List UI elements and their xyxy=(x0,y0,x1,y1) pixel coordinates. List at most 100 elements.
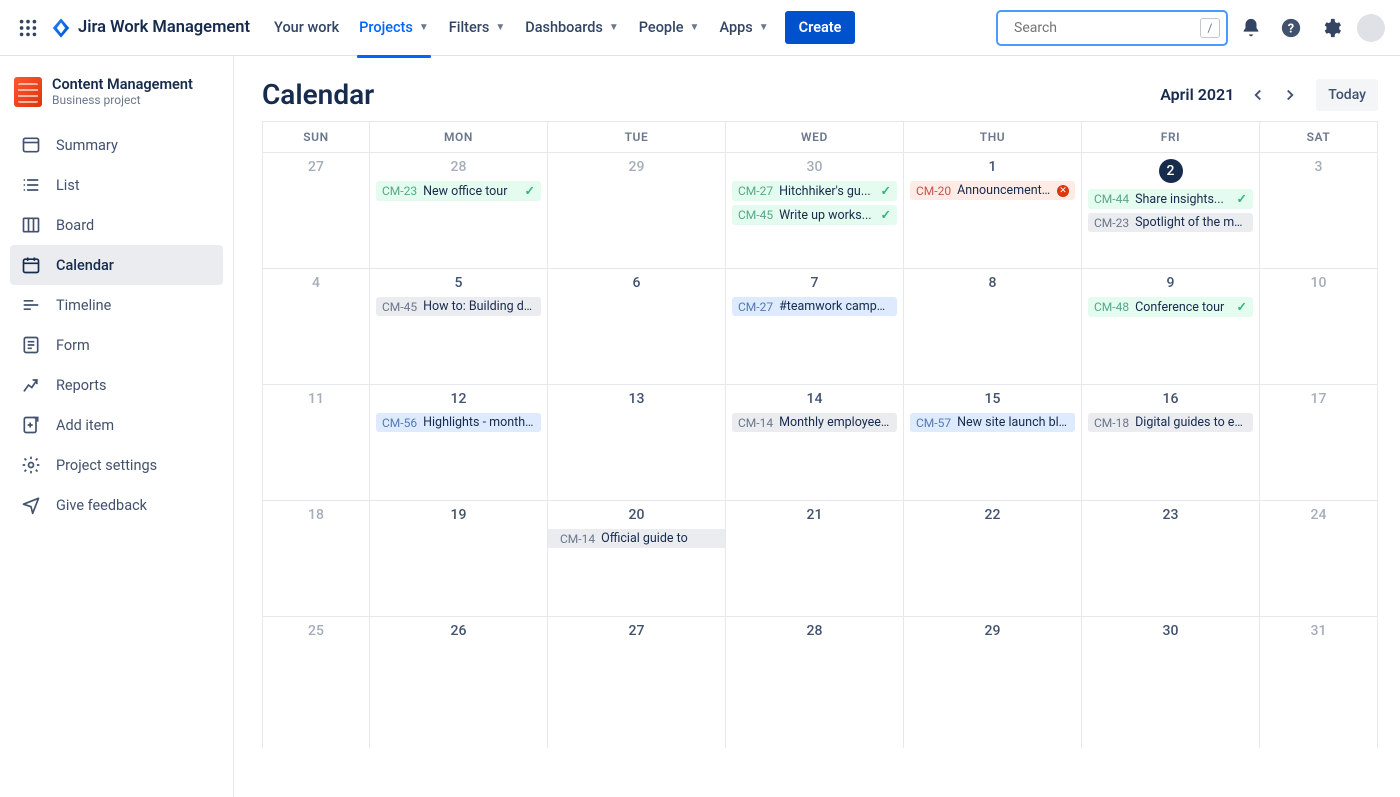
event-label: Hitchhiker's gu... xyxy=(779,184,874,199)
notifications-icon[interactable] xyxy=(1234,11,1268,45)
calendar-event[interactable]: CM-20Announcement b..✕ xyxy=(910,181,1075,200)
calendar-event[interactable]: CM-23New office tour✓ xyxy=(376,181,541,201)
calendar-cell[interactable]: 3 xyxy=(1260,152,1378,268)
event-label: Write up works... xyxy=(779,208,874,223)
calendar-cell[interactable]: 9CM-48Conference tour✓ xyxy=(1082,268,1260,384)
calendar-event[interactable]: CM-23Spotlight of the mo... xyxy=(1088,213,1253,232)
nav-your-work[interactable]: Your work xyxy=(266,11,347,44)
calendar-cell[interactable]: 24 xyxy=(1260,500,1378,616)
calendar-cell[interactable]: 27 xyxy=(548,616,726,748)
create-button[interactable]: Create xyxy=(785,11,856,44)
next-month-button[interactable] xyxy=(1274,79,1306,111)
project-header[interactable]: Content Management Business project xyxy=(0,76,233,121)
calendar-cell[interactable]: 31 xyxy=(1260,616,1378,748)
calendar-event[interactable]: CM-18Digital guides to ex... xyxy=(1088,413,1253,432)
calendar-cell[interactable]: 30CM-27Hitchhiker's gu...✓CM-45Write up … xyxy=(726,152,904,268)
calendar-cell[interactable]: 5CM-45How to: Building des xyxy=(370,268,548,384)
event-key: CM-56 xyxy=(382,416,417,430)
calendar-event[interactable]: CM-48Conference tour✓ xyxy=(1088,297,1253,317)
calendar-cell[interactable]: 30 xyxy=(1082,616,1260,748)
sidebar-item-label: Board xyxy=(56,217,94,234)
brand[interactable]: Jira Work Management xyxy=(50,17,250,39)
sidebar-item-summary[interactable]: Summary xyxy=(10,125,223,165)
calendar-cell[interactable]: 27 xyxy=(262,152,370,268)
calendar-cell[interactable]: 4 xyxy=(262,268,370,384)
calendar-cell[interactable]: 11 xyxy=(262,384,370,500)
calendar-cell[interactable]: 17 xyxy=(1260,384,1378,500)
sidebar-item-form[interactable]: Form xyxy=(10,325,223,365)
calendar-cell[interactable]: 25 xyxy=(262,616,370,748)
check-icon: ✓ xyxy=(525,183,535,199)
sidebar-item-reports[interactable]: Reports xyxy=(10,365,223,405)
calendar-cell[interactable]: 28CM-23New office tour✓ xyxy=(370,152,548,268)
calendar-cell[interactable]: 18 xyxy=(262,500,370,616)
calendar-cell[interactable]: 28 xyxy=(726,616,904,748)
nav-filters[interactable]: Filters▼ xyxy=(441,11,513,44)
event-label: Official guide to xyxy=(601,531,713,546)
calendar-cell[interactable]: 19 xyxy=(370,500,548,616)
prev-month-button[interactable] xyxy=(1242,79,1274,111)
chevron-down-icon: ▼ xyxy=(609,22,619,33)
calendar-cell[interactable]: 2CM-44Share insights...✓CM-23Spotlight o… xyxy=(1082,152,1260,268)
calendar-cell[interactable]: 26 xyxy=(370,616,548,748)
sidebar-item-feedback[interactable]: Give feedback xyxy=(10,485,223,525)
sidebar-item-timeline[interactable]: Timeline xyxy=(10,285,223,325)
sidebar-item-list[interactable]: List xyxy=(10,165,223,205)
day-number: 10 xyxy=(1266,275,1371,291)
profile-avatar[interactable] xyxy=(1354,11,1388,45)
today-button[interactable]: Today xyxy=(1316,79,1378,111)
event-key: CM-23 xyxy=(382,184,417,198)
help-icon[interactable]: ? xyxy=(1274,11,1308,45)
calendar-cell[interactable]: 15CM-57New site launch blog xyxy=(904,384,1082,500)
day-number: 25 xyxy=(269,623,363,639)
day-number: 30 xyxy=(1088,623,1253,639)
calendar-event[interactable]: CM-56Highlights - month of xyxy=(376,413,541,432)
nav-people[interactable]: People▼ xyxy=(631,11,708,44)
calendar-cell[interactable]: 8 xyxy=(904,268,1082,384)
search-box[interactable]: / xyxy=(996,10,1228,46)
nav-apps[interactable]: Apps▼ xyxy=(711,11,776,44)
calendar-event[interactable]: CM-27#teamwork campaign xyxy=(732,297,897,316)
sidebar-item-add[interactable]: Add item xyxy=(10,405,223,445)
calendar-cell[interactable]: 16CM-18Digital guides to ex... xyxy=(1082,384,1260,500)
nav-projects[interactable]: Projects▼ xyxy=(351,11,437,44)
calendar-cell[interactable]: 1CM-20Announcement b..✕ xyxy=(904,152,1082,268)
calendar-event[interactable]: CM-14Monthly employee ... xyxy=(732,413,897,432)
sidebar-item-calendar[interactable]: Calendar xyxy=(10,245,223,285)
calendar-cell[interactable]: 12CM-56Highlights - month of xyxy=(370,384,548,500)
check-icon: ✓ xyxy=(881,207,891,223)
day-number: 31 xyxy=(1266,623,1371,639)
calendar-cell[interactable]: 20CM-14Official guide to xyxy=(548,500,726,616)
calendar-event[interactable]: CM-57New site launch blog xyxy=(910,413,1075,432)
settings-icon[interactable] xyxy=(1314,11,1348,45)
app-switcher-icon[interactable] xyxy=(12,12,44,44)
calendar-event[interactable]: CM-44Share insights...✓ xyxy=(1088,189,1253,209)
day-number: 17 xyxy=(1266,391,1371,407)
day-number: 27 xyxy=(554,623,719,639)
calendar-cell[interactable]: 23 xyxy=(1082,500,1260,616)
calendar-cell[interactable]: 7CM-27#teamwork campaign xyxy=(726,268,904,384)
search-input[interactable] xyxy=(1014,20,1192,36)
calendar-event[interactable]: CM-27Hitchhiker's gu...✓ xyxy=(732,181,897,201)
calendar-cell[interactable]: 13 xyxy=(548,384,726,500)
calendar-event[interactable]: CM-45Write up works...✓ xyxy=(732,205,897,225)
calendar-cell[interactable]: 14CM-14Monthly employee ... xyxy=(726,384,904,500)
day-number: 8 xyxy=(910,275,1075,291)
calendar-cell[interactable]: 6 xyxy=(548,268,726,384)
nav-dashboards[interactable]: Dashboards▼ xyxy=(517,11,627,44)
day-header: MON xyxy=(370,122,548,152)
main-content: Calendar April 2021 Today SUNMONTUEWEDTH… xyxy=(234,56,1400,797)
calendar-cell[interactable]: 22 xyxy=(904,500,1082,616)
event-key: CM-27 xyxy=(738,300,773,314)
calendar-cell[interactable]: 29 xyxy=(548,152,726,268)
calendar-event[interactable]: CM-45How to: Building des xyxy=(376,297,541,316)
calendar-cell[interactable]: 21 xyxy=(726,500,904,616)
calendar-event[interactable]: CM-14Official guide to xyxy=(548,529,725,548)
day-header: SUN xyxy=(262,122,370,152)
sidebar-item-settings[interactable]: Project settings xyxy=(10,445,223,485)
calendar-cell[interactable]: 29 xyxy=(904,616,1082,748)
sidebar-item-board[interactable]: Board xyxy=(10,205,223,245)
view-header: Calendar April 2021 Today xyxy=(262,78,1378,111)
event-label: Announcement b.. xyxy=(957,183,1051,198)
calendar-cell[interactable]: 10 xyxy=(1260,268,1378,384)
